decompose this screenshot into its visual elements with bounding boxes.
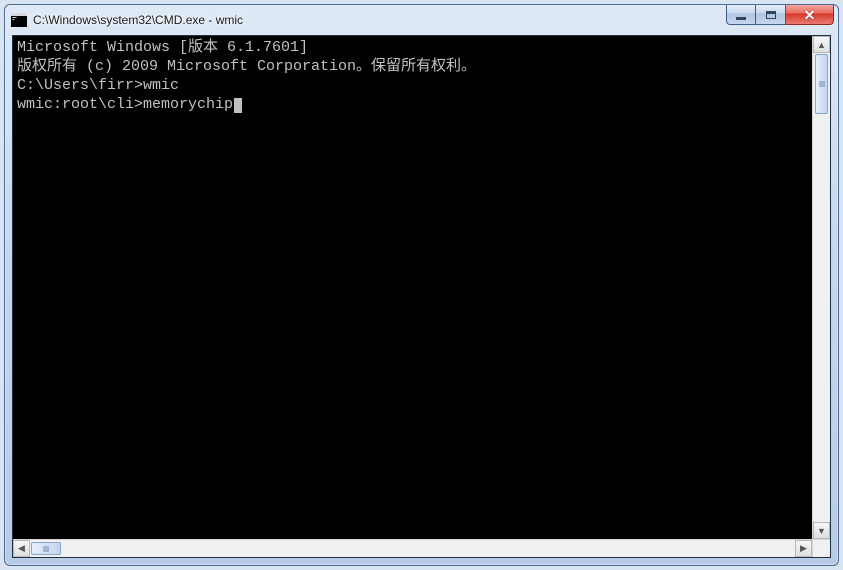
scroll-left-button[interactable]: ◀ xyxy=(13,540,30,557)
vertical-scroll-thumb[interactable] xyxy=(815,54,828,114)
horizontal-scroll-track[interactable] xyxy=(30,540,795,557)
scroll-right-button[interactable]: ▶ xyxy=(795,540,812,557)
cmd-window: C:\Windows\system32\CMD.exe - wmic ✕ Mic… xyxy=(4,4,839,566)
terminal-line: Microsoft Windows [版本 6.1.7601] xyxy=(17,38,812,57)
terminal-line: wmic:root\cli>memorychip xyxy=(17,95,812,114)
titlebar[interactable]: C:\Windows\system32\CMD.exe - wmic ✕ xyxy=(5,5,838,35)
scroll-up-button[interactable]: ▲ xyxy=(813,36,830,53)
horizontal-scrollbar[interactable]: ◀ ▶ xyxy=(13,539,812,557)
vertical-scroll-track[interactable] xyxy=(813,53,830,522)
close-button[interactable]: ✕ xyxy=(786,5,834,25)
terminal-line: C:\Users\firr>wmic xyxy=(17,76,812,95)
minimize-button[interactable] xyxy=(726,5,756,25)
cmd-icon xyxy=(11,12,27,28)
vertical-scrollbar[interactable]: ▲ ▼ xyxy=(812,36,830,539)
window-controls: ✕ xyxy=(726,5,834,25)
client-area: Microsoft Windows [版本 6.1.7601]版权所有 (c) … xyxy=(12,35,831,558)
terminal-cursor xyxy=(234,98,242,113)
scrollbar-corner xyxy=(812,539,830,557)
terminal-output[interactable]: Microsoft Windows [版本 6.1.7601]版权所有 (c) … xyxy=(13,36,812,539)
window-title: C:\Windows\system32\CMD.exe - wmic xyxy=(33,13,838,27)
maximize-button[interactable] xyxy=(756,5,786,25)
scroll-down-button[interactable]: ▼ xyxy=(813,522,830,539)
terminal-line: 版权所有 (c) 2009 Microsoft Corporation。保留所有… xyxy=(17,57,812,76)
horizontal-scroll-thumb[interactable] xyxy=(31,542,61,555)
